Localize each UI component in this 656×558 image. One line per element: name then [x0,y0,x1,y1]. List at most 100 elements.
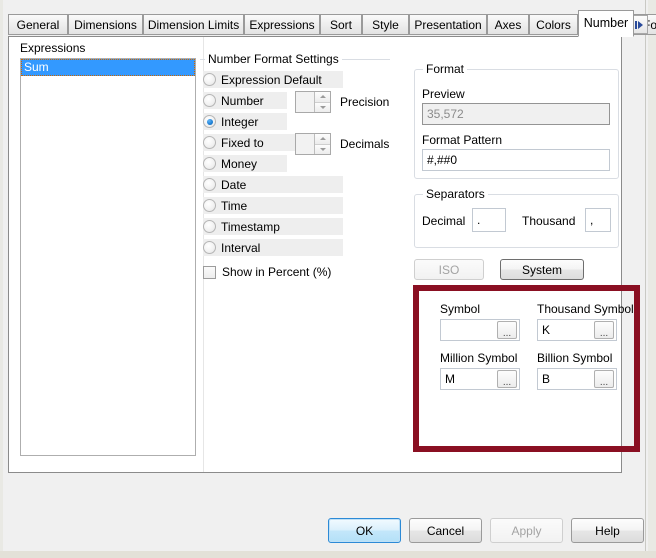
symbol-browse-button[interactable]: ... [497,321,517,339]
tab-label: Axes [494,17,522,32]
precision-stepper-buttons [314,92,330,112]
checkbox-label: Show in Percent (%) [222,265,332,279]
radio-icon [203,178,216,191]
expressions-listbox[interactable]: Sum [20,58,196,456]
radio-label: Interval [221,240,261,255]
radio-icon [203,136,216,149]
tab-label: Expressions [249,17,315,32]
radio-icon [203,199,216,212]
radio-number[interactable]: Number [203,92,264,109]
scroll-right-glyph [635,20,643,29]
billion-symbol-label: Billion Symbol [537,351,613,365]
decimal-separator-label: Decimal [422,214,466,228]
expressions-label: Expressions [20,41,86,55]
radio-interval[interactable]: Interval [203,239,260,256]
tab-axes[interactable]: Axes [487,14,529,35]
tab-colors[interactable]: Colors [529,14,578,35]
help-button[interactable]: Help [571,518,644,543]
billion-symbol-input[interactable]: B ... [537,368,617,390]
radio-label: Date [221,177,247,192]
billion-symbol-value[interactable]: B [538,372,594,386]
tab-label: Number [583,16,629,31]
list-item[interactable]: Sum [21,59,195,76]
chevron-down-icon [319,105,326,109]
chevron-down-icon [319,147,326,151]
decimals-value[interactable] [296,134,314,154]
tab-label: Colors [536,17,571,32]
window-edge-left [0,0,3,558]
thousand-symbol-input[interactable]: K ... [537,319,617,341]
ok-button[interactable]: OK [328,518,401,543]
decimal-separator-input[interactable]: . [472,208,506,232]
decimals-stepper[interactable] [295,133,331,155]
radio-label: Fixed to [221,135,264,150]
precision-stepper[interactable] [295,91,331,113]
radio-label: Expression Default [221,72,322,87]
radio-money[interactable]: Money [203,155,257,172]
radio-fixed-to[interactable]: Fixed to [203,134,264,151]
format-pattern-label: Format Pattern [422,133,503,147]
apply-button[interactable]: Apply [490,518,563,543]
precision-value[interactable] [296,92,314,112]
properties-dialog: General Dimensions Dimension Limits Expr… [0,0,656,558]
tab-dimensions[interactable]: Dimensions [68,14,143,35]
preview-field: 35,572 [422,103,610,125]
number-format-group-title: Number Format Settings [205,52,342,66]
radio-label: Integer [221,114,259,129]
checkbox-icon [203,265,216,279]
window-edge-right [648,0,656,558]
preview-label: Preview [422,87,465,101]
radio-icon [203,94,216,107]
precision-increment-button[interactable] [315,92,330,102]
decimals-stepper-buttons [314,134,330,154]
tab-expressions[interactable]: Expressions [244,14,320,35]
tab-label: Presentation [414,17,482,32]
radio-date[interactable]: Date [203,176,246,193]
iso-button[interactable]: ISO [414,259,484,280]
tab-label: Style [372,17,399,32]
tab-label: Dimensions [74,17,137,32]
tab-dimension-limits[interactable]: Dimension Limits [143,14,244,35]
radio-label: Time [221,198,248,213]
checkbox-show-in-percent[interactable]: Show in Percent (%) [203,264,331,280]
thousand-separator-input[interactable]: , [585,208,611,232]
decimals-decrement-button[interactable] [315,143,330,154]
radio-integer[interactable]: Integer [203,113,258,130]
tab-label: Sort [329,17,352,32]
million-symbol-label: Million Symbol [440,351,518,365]
tab-number[interactable]: Number [578,10,634,37]
precision-decrement-button[interactable] [315,101,330,112]
dialog-button-row: OK Cancel Apply Help [0,518,656,552]
radio-icon [203,220,216,233]
million-symbol-input[interactable]: M ... [440,368,520,390]
window-inner-divider [645,0,646,551]
thousand-symbol-browse-button[interactable]: ... [594,321,614,339]
billion-symbol-browse-button[interactable]: ... [594,370,614,388]
decimals-caption: Decimals [340,137,390,151]
radio-time[interactable]: Time [203,197,247,214]
separators-group-title: Separators [423,187,488,201]
cancel-button[interactable]: Cancel [409,518,482,543]
radio-timestamp[interactable]: Timestamp [203,218,280,235]
radio-label: Timestamp [221,219,280,234]
format-pattern-input[interactable]: #,##0 [422,149,610,171]
decimals-increment-button[interactable] [315,134,330,144]
chevron-up-icon [319,95,326,99]
thousand-symbol-label: Thousand Symbol [537,302,634,316]
symbol-label: Symbol [440,302,481,316]
million-symbol-value[interactable]: M [441,372,497,386]
symbol-input[interactable]: ... [440,319,520,341]
precision-caption: Precision [340,95,390,109]
million-symbol-browse-button[interactable]: ... [497,370,517,388]
radio-expression-default[interactable]: Expression Default [203,71,322,88]
tab-presentation[interactable]: Presentation [409,14,487,35]
tab-strip: General Dimensions Dimension Limits Expr… [8,10,656,37]
tab-style[interactable]: Style [362,14,409,35]
tab-general[interactable]: General [8,14,68,35]
radio-icon [203,241,216,254]
tab-sort[interactable]: Sort [320,14,362,35]
thousand-symbol-value[interactable]: K [538,323,594,337]
system-button[interactable]: System [500,259,584,280]
chevron-up-icon [319,137,326,141]
radio-icon [203,73,216,86]
